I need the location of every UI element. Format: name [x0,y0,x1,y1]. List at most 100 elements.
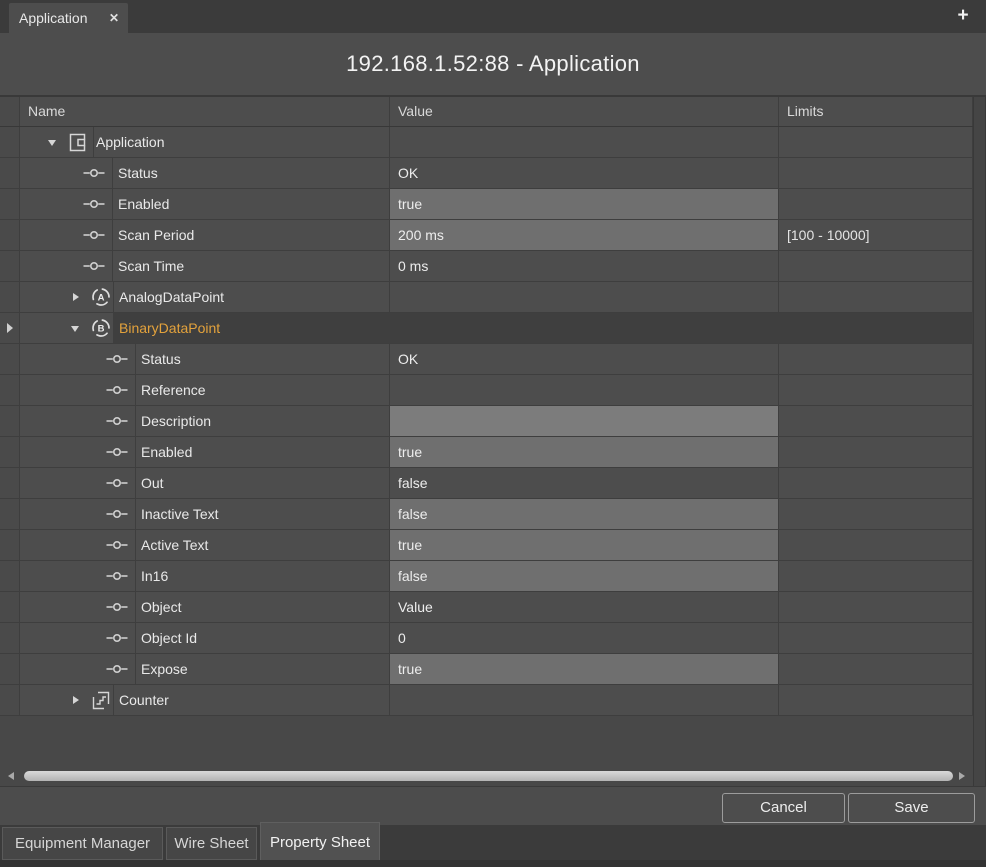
tab-wire-sheet[interactable]: Wire Sheet [166,827,257,860]
row-name: Status [141,344,181,374]
bottom-edge-strip [0,860,986,867]
table-row[interactable]: Expose true [0,654,973,685]
table-row[interactable]: Object Id 0 [0,623,973,654]
row-value: 0 ms [390,251,779,281]
property-icon [83,255,105,277]
row-limits [779,437,973,467]
table-row[interactable]: BBinaryDataPoint [0,313,973,344]
indent-guide [135,561,136,591]
table-row[interactable]: Counter [0,685,973,716]
svg-text:B: B [98,324,105,335]
indent-guide [93,127,94,157]
row-name-cell: Description [20,406,390,436]
row-gutter [0,406,20,436]
row-gutter [0,220,20,250]
row-limits [779,654,973,684]
vertical-scrollbar-track[interactable] [973,97,986,786]
table-row[interactable]: StatusOK [0,344,973,375]
table-row[interactable]: Scan Time 0 ms [0,251,973,282]
table-header: Name Value Limits [0,97,973,127]
collapse-arrow-icon[interactable] [71,326,79,332]
row-value[interactable]: false [390,499,779,529]
row-name: Active Text [141,530,208,560]
row-value[interactable] [390,406,779,436]
expand-arrow-icon[interactable] [73,293,79,301]
table-row[interactable]: Description [0,406,973,437]
indent-guide [135,592,136,622]
row-limits [779,623,973,653]
table-row[interactable]: Inactive Textfalse [0,499,973,530]
table-row[interactable]: AAnalogDataPoint [0,282,973,313]
indent-guide [135,468,136,498]
row-name: Object Id [141,623,197,653]
row-gutter [0,313,20,343]
indent-guide [113,282,114,312]
expand-arrow-icon[interactable] [73,696,79,704]
cancel-button[interactable]: Cancel [722,793,845,823]
row-name-cell: Out [20,468,390,498]
table-row[interactable]: Active Text true [0,530,973,561]
collapse-arrow-icon[interactable] [48,140,56,146]
analog-point-icon: A [90,286,112,308]
table-row[interactable]: Reference [0,375,973,406]
scroll-left-icon[interactable] [8,772,14,780]
page-title: 192.168.1.52:88 - Application [346,51,640,76]
row-limits [779,127,973,157]
property-icon [106,348,128,370]
row-name: Scan Time [118,251,184,281]
close-icon[interactable]: ✕ [109,3,119,33]
tab-property-sheet[interactable]: Property Sheet [260,822,380,860]
row-gutter [0,530,20,560]
row-gutter [0,592,20,622]
row-gutter [0,344,20,374]
tab-application[interactable]: Application ✕ [9,3,128,33]
row-value[interactable]: true [390,654,779,684]
row-limits [779,561,973,591]
row-name: Enabled [141,437,192,467]
table-row[interactable]: Scan Period200 ms[100 - 10000] [0,220,973,251]
add-tab-button[interactable]: + [952,4,974,28]
row-gutter [0,685,20,715]
table-row[interactable]: ObjectValue [0,592,973,623]
property-icon [106,596,128,618]
row-name-cell: Counter [20,685,390,715]
row-value [390,685,779,715]
row-name: Application [96,127,165,157]
row-name-cell: Enabled [20,437,390,467]
tab-equipment-manager[interactable]: Equipment Manager [2,827,163,860]
row-value: OK [390,158,779,188]
row-name: Expose [141,654,188,684]
row-name: Out [141,468,164,498]
property-icon [106,565,128,587]
row-name: Enabled [118,189,169,219]
table-row[interactable]: Outfalse [0,468,973,499]
row-limits [779,189,973,219]
table-row[interactable]: Enabled true [0,189,973,220]
horizontal-scrollbar-thumb[interactable] [24,771,953,781]
row-name-cell: Object [20,592,390,622]
property-icon [83,224,105,246]
horizontal-scrollbar[interactable] [0,766,973,786]
indent-guide [112,158,113,188]
table-row[interactable]: Application [0,127,973,158]
row-name-cell: Application [20,127,390,157]
row-limits [779,530,973,560]
indent-guide [112,220,113,250]
indent-guide [112,251,113,281]
table-row[interactable]: Enabled true [0,437,973,468]
row-value[interactable]: false [390,561,779,591]
table-row[interactable]: In16false [0,561,973,592]
row-value: 0 [390,623,779,653]
row-value[interactable]: 200 ms [390,220,779,250]
row-limits [779,313,973,343]
row-value[interactable]: true [390,437,779,467]
row-value[interactable]: true [390,189,779,219]
table-row[interactable]: StatusOK [0,158,973,189]
row-value[interactable]: true [390,530,779,560]
scroll-right-icon[interactable] [959,772,965,780]
row-limits [779,592,973,622]
row-value [390,313,779,343]
tab-application-label: Application [19,3,88,33]
row-name-cell: Scan Time [20,251,390,281]
save-button[interactable]: Save [848,793,975,823]
